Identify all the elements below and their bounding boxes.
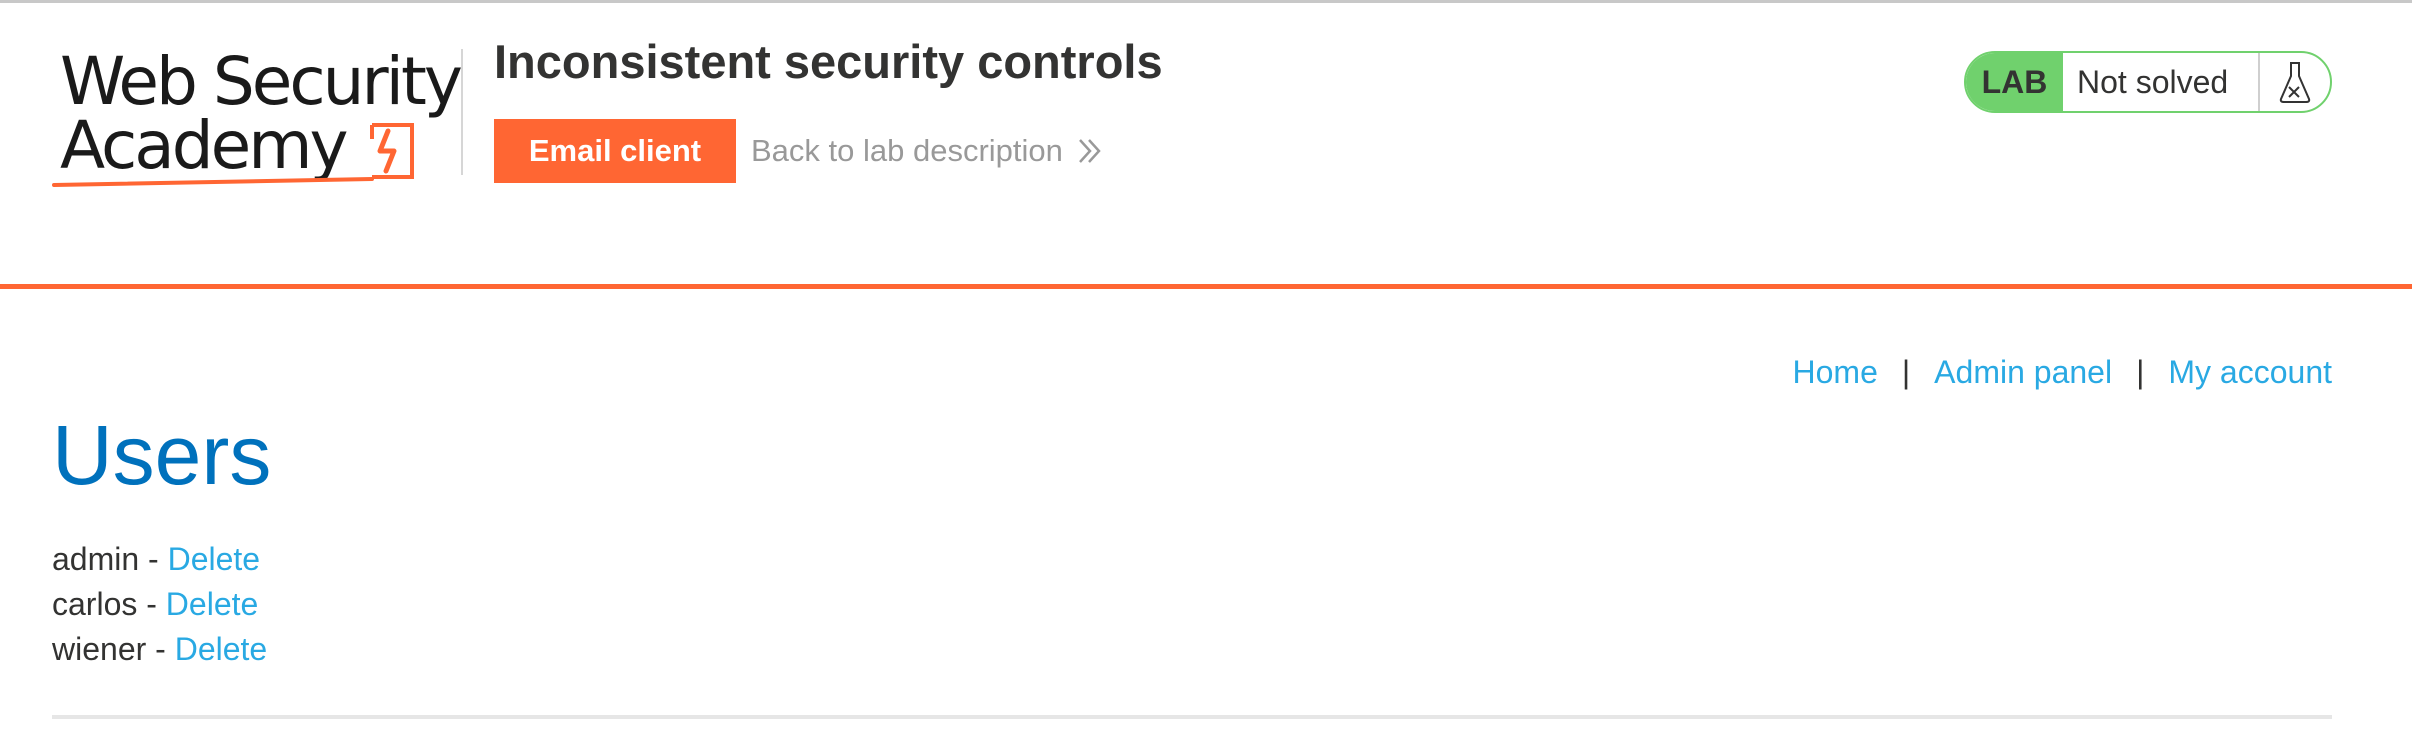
nav-home-link[interactable]: Home	[1793, 354, 1878, 391]
user-row: wiener - Delete	[52, 627, 267, 672]
nav-separator: |	[2136, 353, 2145, 390]
nav-my-account-link[interactable]: My account	[2168, 354, 2332, 391]
email-client-button[interactable]: Email client	[494, 119, 736, 183]
delete-user-link[interactable]: Delete	[168, 541, 261, 577]
user-name: carlos	[52, 586, 138, 622]
nav-separator: |	[1901, 353, 1911, 390]
lab-tag: LAB	[1966, 53, 2063, 111]
user-name: admin	[52, 541, 140, 577]
back-to-lab-description-link[interactable]: Back to lab description	[751, 129, 1103, 173]
header-divider	[461, 49, 463, 175]
flask-icon	[2258, 53, 2330, 111]
back-link-label: Back to lab description	[751, 133, 1063, 168]
delete-user-link[interactable]: Delete	[166, 586, 259, 622]
user-list: admin - Delete carlos - Delete wiener - …	[52, 537, 267, 672]
user-separator: -	[139, 541, 168, 577]
page-title: Users	[52, 408, 272, 502]
lightning-bracket-icon	[52, 123, 414, 187]
user-row: carlos - Delete	[52, 582, 267, 627]
page: Web Security Academy Inconsistent securi…	[0, 0, 2412, 756]
lab-title: Inconsistent security controls	[494, 35, 1163, 88]
web-security-academy-logo[interactable]: Web Security Academy	[50, 47, 463, 191]
nav-admin-panel-link[interactable]: Admin panel	[1934, 354, 2112, 391]
lab-header: Web Security Academy Inconsistent securi…	[0, 3, 2412, 286]
user-separator: -	[146, 631, 175, 667]
delete-user-link[interactable]: Delete	[175, 631, 268, 667]
user-separator: -	[137, 586, 166, 622]
content-divider	[52, 715, 2332, 719]
user-row: admin - Delete	[52, 537, 267, 582]
header-accent-rule	[0, 284, 2412, 289]
lab-status-widget: LAB Not solved	[1964, 51, 2332, 113]
double-chevron-right-icon	[1078, 139, 1101, 163]
lab-status-text: Not solved	[2077, 64, 2229, 100]
user-name: wiener	[52, 631, 147, 667]
top-nav: Home | Admin panel | My account	[1793, 348, 2333, 396]
